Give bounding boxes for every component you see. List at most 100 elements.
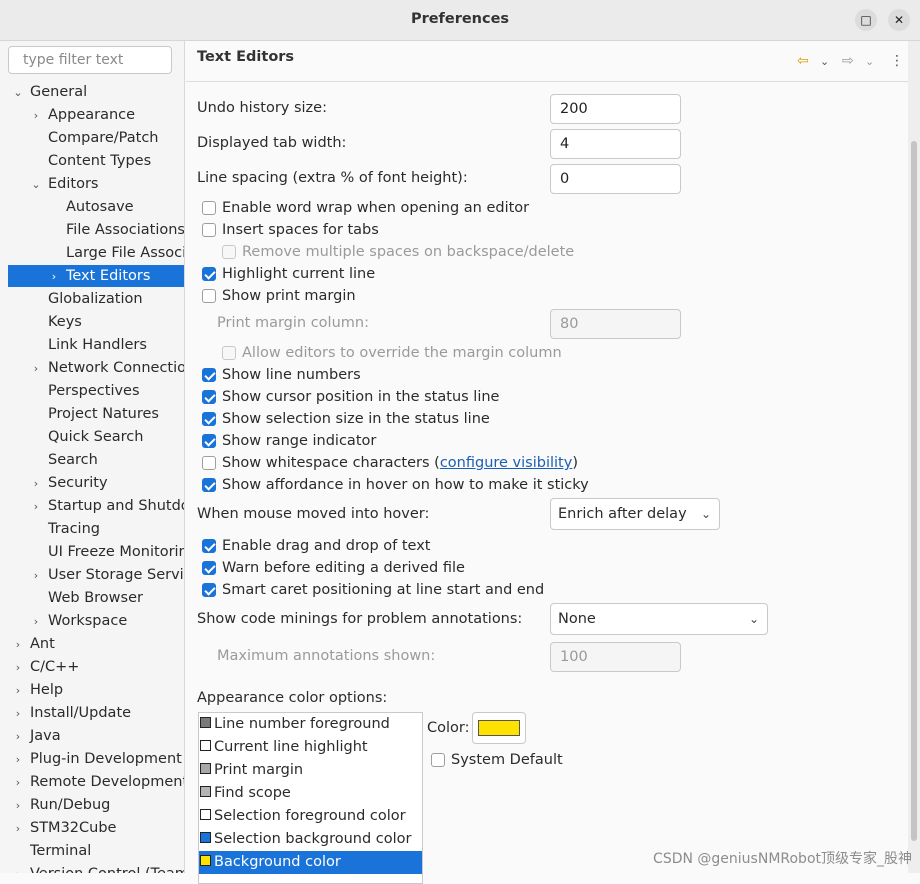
view-menu-icon[interactable]: ⋮ [890, 53, 904, 69]
chevron-right-icon[interactable]: › [30, 611, 42, 632]
chevron-right-icon[interactable]: › [12, 818, 24, 839]
chevron-right-icon[interactable]: › [30, 473, 42, 494]
color-option-item[interactable]: Background color [199, 851, 422, 874]
selection-size-checkbox[interactable]: Show selection size in the status line [202, 409, 490, 429]
chevron-right-icon[interactable]: › [30, 565, 42, 586]
chevron-right-icon[interactable]: › [12, 772, 24, 793]
undo-history-input[interactable]: 200 [550, 94, 681, 124]
tree-item-network-connections[interactable]: › Network Connections [0, 357, 184, 379]
tree-item-text-editors[interactable]: › Text Editors [8, 265, 184, 287]
tree-item-compare-patch[interactable]: Compare/Patch [0, 127, 184, 149]
range-indicator-checkbox[interactable]: Show range indicator [202, 431, 376, 451]
tree-item-file-associations[interactable]: File Associations [0, 219, 185, 241]
chevron-right-icon[interactable]: › [12, 726, 24, 747]
warn-derived-checkbox[interactable]: Warn before editing a derived file [202, 558, 465, 578]
tree-item-label: File Associations [66, 222, 185, 238]
tree-item-editors[interactable]: ⌄ Editors [0, 173, 184, 195]
code-minings-select[interactable]: None ⌄ [550, 603, 768, 635]
whitespace-checkbox[interactable]: Show whitespace characters (configure vi… [202, 453, 578, 473]
tree-item-link-handlers[interactable]: Link Handlers [0, 334, 184, 356]
tree-item-globalization[interactable]: Globalization [0, 288, 184, 310]
forward-dropdown-icon[interactable]: ⌄ [865, 55, 874, 68]
color-option-item[interactable]: Selection foreground color [199, 805, 422, 828]
chevron-right-icon[interactable]: › [12, 795, 24, 816]
cursor-position-checkbox[interactable]: Show cursor position in the status line [202, 387, 499, 407]
tree-item-keys[interactable]: Keys [0, 311, 184, 333]
remove-spaces-checkbox[interactable]: Remove multiple spaces on backspace/dele… [222, 242, 574, 262]
insert-spaces-checkbox[interactable]: Insert spaces for tabs [202, 220, 379, 240]
chevron-right-icon[interactable]: › [12, 749, 24, 770]
line-spacing-input[interactable]: 0 [550, 164, 681, 194]
tree-item-content-types[interactable]: Content Types [0, 150, 184, 172]
tree-item-startup-and-shutdown[interactable]: › Startup and Shutdown [0, 495, 184, 517]
chevron-right-icon[interactable]: › [12, 634, 24, 655]
chevron-right-icon[interactable]: › [12, 703, 24, 724]
tree-item-web-browser[interactable]: Web Browser [0, 587, 184, 609]
tree-item-search[interactable]: Search [0, 449, 184, 471]
line-numbers-checkbox[interactable]: Show line numbers [202, 365, 361, 385]
tree-item-project-natures[interactable]: Project Natures [0, 403, 184, 425]
tree-item-plug-in-development[interactable]: › Plug-in Development [0, 748, 184, 770]
tree-item-ui-freeze-monitoring[interactable]: UI Freeze Monitoring [0, 541, 184, 563]
maximize-button[interactable]: □ [855, 9, 877, 31]
max-annotations-input[interactable]: 100 [550, 642, 681, 672]
filter-input[interactable] [8, 46, 172, 74]
tree-item-ant[interactable]: › Ant [0, 633, 184, 655]
checkbox-checked-icon [202, 583, 216, 597]
tab-width-input[interactable]: 4 [550, 129, 681, 159]
tree-item-java[interactable]: › Java [0, 725, 184, 747]
color-picker-button[interactable] [472, 712, 526, 744]
word-wrap-checkbox[interactable]: Enable word wrap when opening an editor [202, 198, 529, 218]
tree-item-autosave[interactable]: Autosave [0, 196, 184, 218]
chevron-right-icon[interactable]: › [12, 680, 24, 701]
vertical-scrollbar[interactable] [908, 41, 920, 873]
appearance-color-list[interactable]: Line number foreground Current line highl… [198, 712, 423, 884]
chevron-right-icon[interactable]: › [30, 496, 42, 517]
tree-item-user-storage-service[interactable]: › User Storage Service [0, 564, 184, 586]
color-option-item[interactable]: Selection background color [199, 828, 422, 851]
scrollbar-thumb[interactable] [911, 141, 917, 841]
tree-item-run-debug[interactable]: › Run/Debug [0, 794, 184, 816]
tree-item-tracing[interactable]: Tracing [0, 518, 184, 540]
tree-item-remote-development[interactable]: › Remote Development [0, 771, 184, 793]
tree-item-terminal[interactable]: Terminal [0, 840, 184, 862]
tree-item-quick-search[interactable]: Quick Search [0, 426, 184, 448]
chevron-right-icon[interactable]: › [30, 358, 42, 379]
back-dropdown-icon[interactable]: ⌄ [820, 55, 829, 68]
print-margin-checkbox[interactable]: Show print margin [202, 286, 356, 306]
color-option-item[interactable]: Line number foreground [199, 713, 422, 736]
watermark: CSDN @geniusNMRobot顶级专家_股神 [653, 851, 912, 867]
override-margin-checkbox[interactable]: Allow editors to override the margin col… [222, 343, 562, 363]
drag-drop-checkbox[interactable]: Enable drag and drop of text [202, 536, 431, 556]
tree-item-perspectives[interactable]: Perspectives [0, 380, 184, 402]
smart-caret-checkbox[interactable]: Smart caret positioning at line start an… [202, 580, 544, 600]
chevron-right-icon[interactable]: › [12, 657, 24, 678]
hover-select[interactable]: Enrich after delay ⌄ [550, 498, 720, 530]
tree-item-workspace[interactable]: › Workspace [0, 610, 184, 632]
chevron-right-icon[interactable]: › [30, 105, 42, 126]
color-option-item[interactable]: Find scope [199, 782, 422, 805]
forward-icon[interactable]: ⇨ [842, 53, 854, 69]
affordance-checkbox[interactable]: Show affordance in hover on how to make … [202, 475, 589, 495]
tree-item-help[interactable]: › Help [0, 679, 184, 701]
tree-item-general[interactable]: ⌄ General [0, 81, 184, 103]
tree-item-install-update[interactable]: › Install/Update [0, 702, 184, 724]
tree-item-large-file-associations[interactable]: Large File Associations [0, 242, 184, 264]
tree-item-stm32cube[interactable]: › STM32Cube [0, 817, 184, 839]
system-default-checkbox[interactable]: System Default [431, 750, 563, 770]
chevron-right-icon[interactable]: › [48, 266, 60, 287]
print-margin-column-input[interactable]: 80 [550, 309, 681, 339]
chevron-right-icon[interactable]: › [12, 864, 24, 873]
color-option-item[interactable]: Print margin [199, 759, 422, 782]
color-option-item[interactable]: Current line highlight [199, 736, 422, 759]
close-button[interactable]: ✕ [888, 9, 910, 31]
back-icon[interactable]: ⇦ [797, 53, 809, 69]
tree-item-appearance[interactable]: › Appearance [0, 104, 184, 126]
chevron-down-icon[interactable]: ⌄ [30, 174, 42, 195]
tree-item-c-c-[interactable]: › C/C++ [0, 656, 184, 678]
chevron-down-icon[interactable]: ⌄ [12, 82, 24, 103]
tree-item-security[interactable]: › Security [0, 472, 184, 494]
configure-visibility-link[interactable]: configure visibility [440, 455, 572, 471]
highlight-line-checkbox[interactable]: Highlight current line [202, 264, 375, 284]
tree-item-version-control-team-[interactable]: › Version Control (Team) [0, 863, 184, 873]
